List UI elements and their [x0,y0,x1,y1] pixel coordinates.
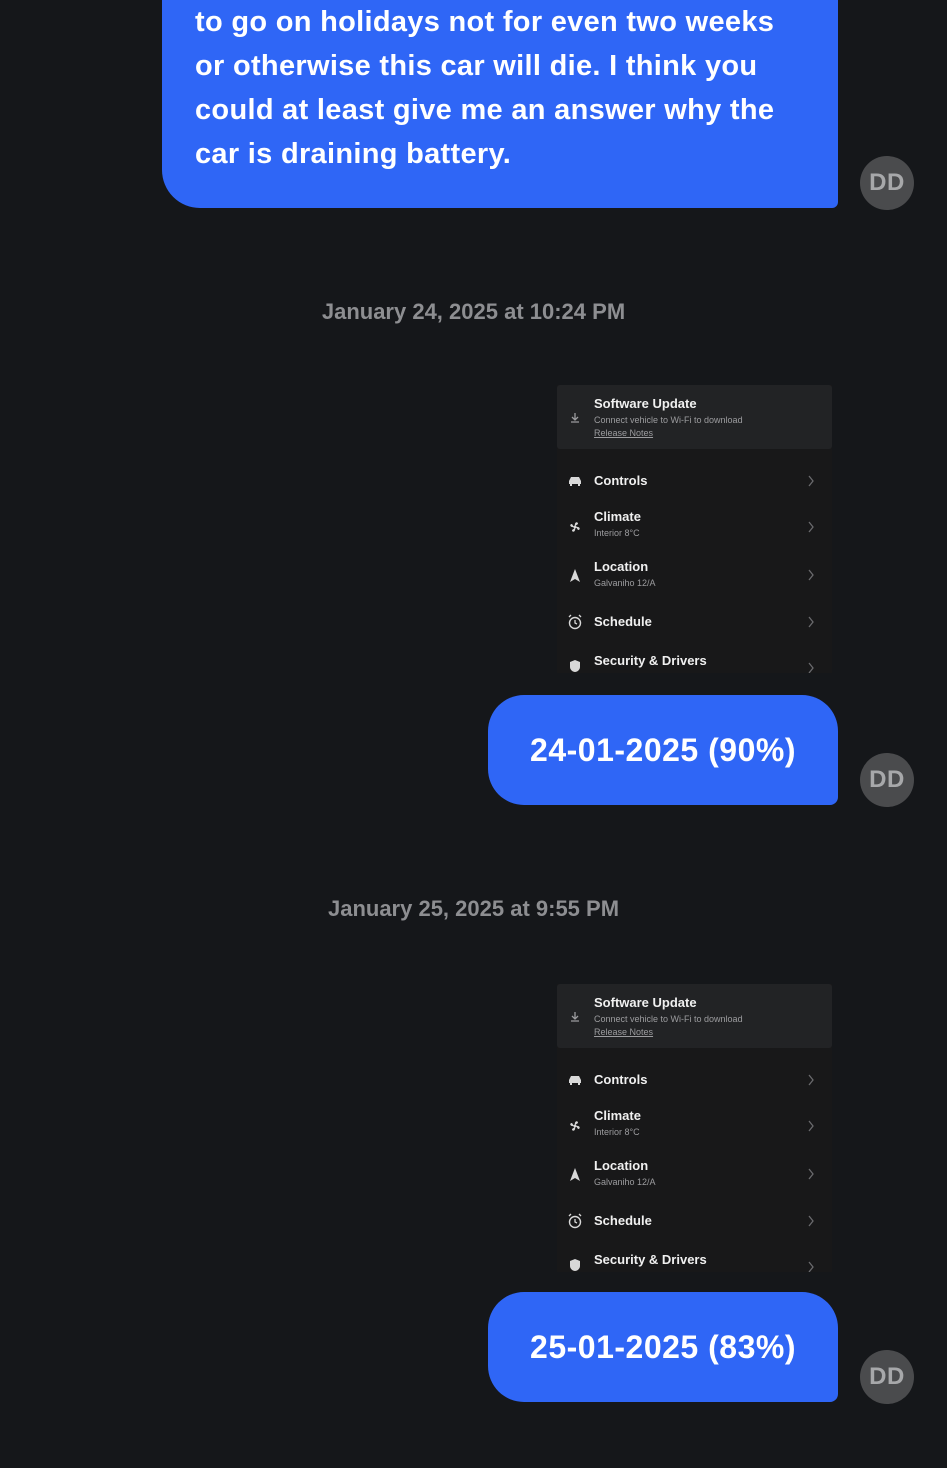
menu-item-climate: Climate Interior 8°C [557,505,832,545]
message-bubble[interactable]: to go on holidays not for even two weeks… [162,0,838,208]
menu-item-controls: Controls [557,461,832,501]
message-timestamp: January 25, 2025 at 9:55 PM [327,896,620,921]
attached-screenshot[interactable]: Software Update Connect vehicle to Wi-Fi… [557,385,832,673]
menu-item-schedule: Schedule [557,1206,832,1246]
menu-label: Climate [594,509,641,524]
car-icon [569,1076,581,1085]
menu-sublabel: Galvaniho 12/A [594,578,656,588]
software-update-panel: Software Update Connect vehicle to Wi-Fi… [557,984,832,1048]
update-title: Software Update [594,995,697,1010]
fan-icon [570,1121,580,1131]
chevron-right-icon [808,569,814,581]
menu-item-controls: Controls [557,1060,832,1100]
avatar[interactable]: DD [860,156,914,210]
chevron-right-icon [808,475,814,487]
chevron-right-icon [808,1261,814,1272]
menu-sublabel: Interior 8°C [594,528,640,538]
message-bubble[interactable]: 24-01-2025 (90%) [488,695,838,805]
chevron-right-icon [808,1120,814,1132]
avatar-initials: DD [869,1363,905,1390]
menu-label: Security & Drivers [594,1252,707,1267]
chevron-right-icon [808,1215,814,1227]
menu-item-security-drivers: Security & Drivers [557,1246,832,1272]
release-notes-link: Release Notes [594,428,654,438]
menu-item-security-drivers: Security & Drivers [557,647,832,673]
avatar[interactable]: DD [860,753,914,807]
download-icon [571,1012,579,1022]
menu-label: Schedule [594,1213,652,1228]
message-bubble[interactable]: 25-01-2025 (83%) [488,1292,838,1402]
release-notes-link: Release Notes [594,1027,654,1037]
menu-label: Security & Drivers [594,653,707,668]
download-icon [571,413,579,423]
fan-icon [570,522,580,532]
avatar-initials: DD [869,766,905,793]
menu-item-climate: Climate Interior 8°C [557,1104,832,1144]
message-text: 24-01-2025 (90%) [530,731,796,768]
alarm-clock-icon [568,614,582,630]
menu-label: Schedule [594,614,652,629]
menu-label: Climate [594,1108,641,1123]
alarm-clock-icon [568,1213,582,1229]
chevron-right-icon [808,662,814,673]
menu-label: Controls [594,1072,648,1087]
chevron-right-icon [808,521,814,533]
menu-item-location: Location Galvaniho 12/A [557,555,832,595]
menu-sublabel: Galvaniho 12/A [594,1177,656,1187]
chevron-right-icon [808,616,814,628]
menu-label: Location [594,559,649,574]
message-text: to go on holidays not for even two weeks… [195,6,775,170]
navigation-arrow-icon [570,569,580,582]
avatar[interactable]: DD [860,1350,914,1404]
software-update-panel: Software Update Connect vehicle to Wi-Fi… [557,385,832,449]
menu-sublabel: Interior 8°C [594,1127,640,1137]
update-subtitle: Connect vehicle to Wi-Fi to download [594,1014,743,1024]
car-icon [569,477,581,486]
shield-icon [570,660,580,672]
avatar-initials: DD [869,169,905,196]
message-text: 25-01-2025 (83%) [530,1328,796,1365]
chevron-right-icon [808,1074,814,1086]
menu-item-location: Location Galvaniho 12/A [557,1154,832,1194]
menu-item-schedule: Schedule [557,607,832,647]
message-timestamp: January 24, 2025 at 10:24 PM [321,299,626,324]
update-subtitle: Connect vehicle to Wi-Fi to download [594,415,743,425]
menu-label: Controls [594,473,648,488]
menu-label: Location [594,1158,649,1173]
navigation-arrow-icon [570,1168,580,1181]
shield-icon [570,1259,580,1271]
update-title: Software Update [594,396,697,411]
chevron-right-icon [808,1168,814,1180]
attached-screenshot[interactable]: Software Update Connect vehicle to Wi-Fi… [557,984,832,1272]
